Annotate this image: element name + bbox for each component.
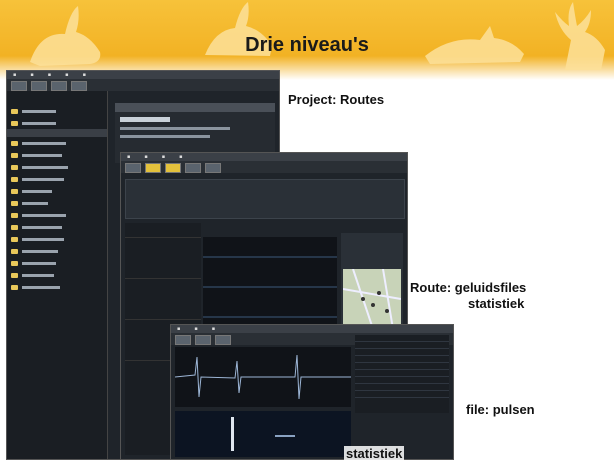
folder-icon	[11, 164, 18, 170]
folder-icon	[11, 120, 18, 126]
menu-bar: ▪ ▪ ▪	[171, 325, 453, 333]
map-panel	[341, 233, 403, 333]
folder-icon	[11, 212, 18, 218]
folder-icon	[11, 224, 18, 230]
caption-statistics: statistiek	[344, 446, 405, 462]
recent-project-item[interactable]	[7, 269, 107, 281]
folder-icon	[11, 188, 18, 194]
folder-icon	[11, 236, 18, 242]
recent-project-item[interactable]	[7, 197, 107, 209]
waveform-plot	[203, 256, 337, 318]
project-sidebar	[7, 91, 108, 459]
toolbar-button[interactable]	[165, 163, 181, 173]
toolbar-button[interactable]	[125, 163, 141, 173]
toolbar-button[interactable]	[71, 81, 87, 91]
recent-project-item[interactable]	[7, 281, 107, 293]
map-view[interactable]	[342, 268, 402, 330]
toolbar	[7, 79, 279, 91]
folder-icon	[11, 260, 18, 266]
recent-project-item[interactable]	[7, 185, 107, 197]
sidebar-item[interactable]	[7, 117, 107, 129]
caption-route-line2: statistiek	[468, 296, 525, 311]
news-tab[interactable]	[115, 103, 275, 112]
recent-project-item[interactable]	[7, 209, 107, 221]
screenshot-file: ▪ ▪ ▪	[170, 324, 454, 460]
caption-file: file: pulsen	[466, 402, 535, 417]
folder-icon	[11, 248, 18, 254]
menu-bar: ▪ ▪ ▪ ▪	[121, 153, 407, 161]
toolbar-button[interactable]	[175, 335, 191, 345]
folder-icon	[11, 272, 18, 278]
folder-icon	[11, 108, 18, 114]
pulse-waveform	[174, 347, 351, 407]
toolbar-button[interactable]	[205, 163, 221, 173]
map-route-icon	[342, 268, 402, 330]
folder-icon	[11, 284, 18, 290]
sidebar-item[interactable]	[7, 105, 107, 117]
recent-project-item[interactable]	[7, 233, 107, 245]
toolbar-button[interactable]	[31, 81, 47, 91]
recent-project-item[interactable]	[7, 137, 107, 149]
recent-project-item[interactable]	[7, 221, 107, 233]
toolbar-button[interactable]	[51, 81, 67, 91]
spectrogram-plot	[231, 417, 295, 451]
recent-project-item[interactable]	[7, 149, 107, 161]
folder-icon	[11, 176, 18, 182]
folder-icon	[11, 200, 18, 206]
slide: Drie niveau's ▪ ▪ ▪ ▪ ▪ ▪ ▪ ▪ ▪ ▪ ▪ ▪ Pr…	[0, 0, 614, 462]
route-info-panel	[125, 179, 405, 219]
toolbar-button[interactable]	[11, 81, 27, 91]
menu-bar: ▪ ▪ ▪ ▪ ▪	[7, 71, 279, 79]
toolbar-button[interactable]	[195, 335, 211, 345]
toolbar-button[interactable]	[215, 335, 231, 345]
recent-project-item[interactable]	[7, 161, 107, 173]
toolbar	[121, 161, 407, 173]
spectrogram	[175, 411, 351, 457]
caption-project: Project: Routes	[288, 92, 385, 107]
folder-icon	[11, 140, 18, 146]
slide-title: Drie niveau's	[245, 34, 369, 56]
recent-project-item[interactable]	[7, 245, 107, 257]
waveform-view	[203, 237, 337, 327]
header-band: Drie niveau's	[0, 0, 614, 80]
toolbar-button[interactable]	[185, 163, 201, 173]
statistics-table	[355, 335, 449, 413]
folder-icon	[11, 152, 18, 158]
recent-project-item[interactable]	[7, 257, 107, 269]
recent-project-item[interactable]	[7, 173, 107, 185]
pulse-plot	[174, 354, 351, 400]
recent-projects-header	[7, 129, 107, 137]
toolbar-button[interactable]	[145, 163, 161, 173]
caption-route-line1: Route: geluidsfiles	[410, 280, 527, 295]
